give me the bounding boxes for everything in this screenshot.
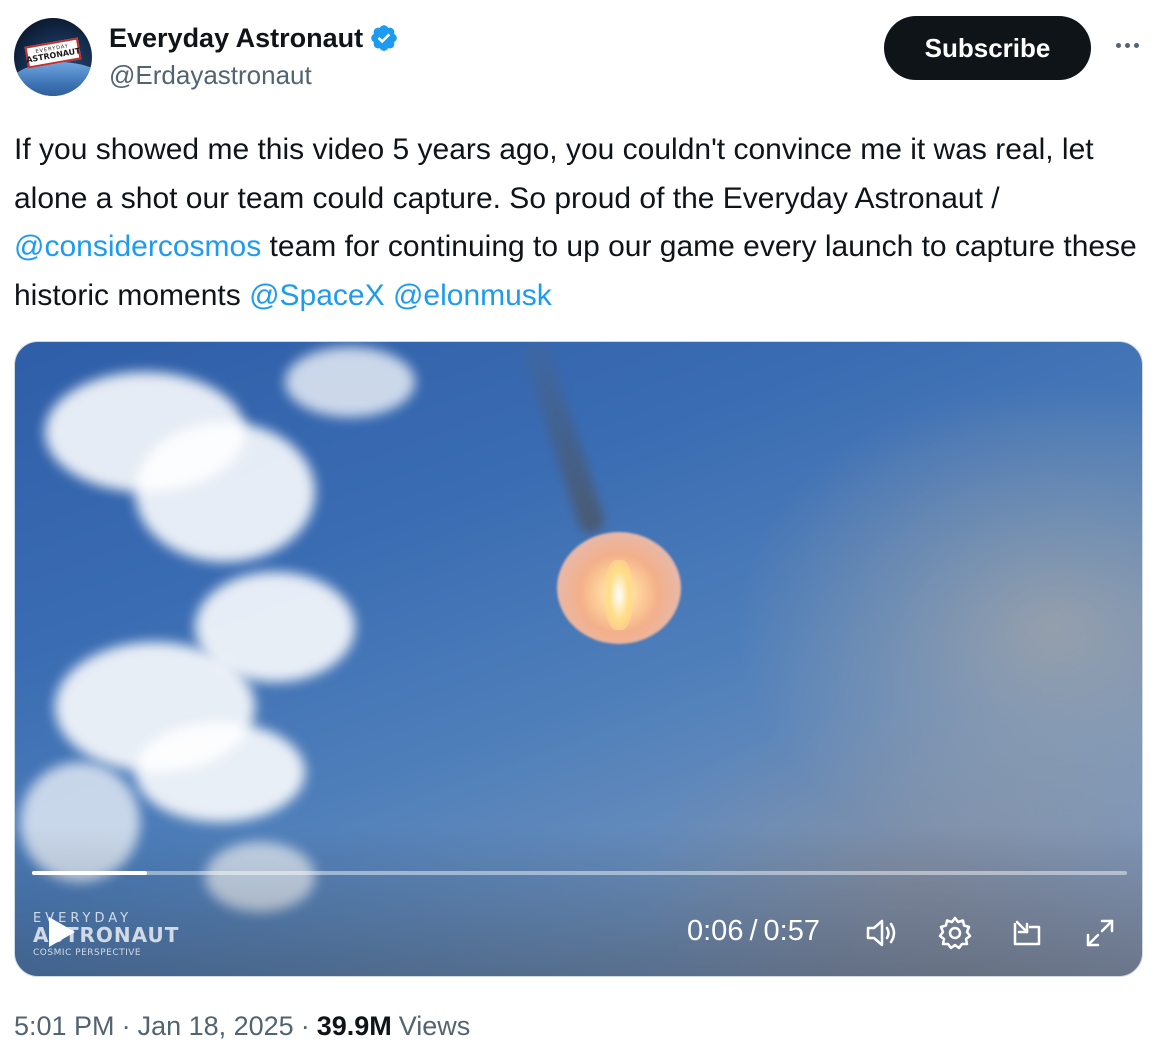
- current-time: 0:06: [687, 915, 744, 947]
- verified-badge-icon[interactable]: [369, 23, 399, 53]
- tweet-text: If you showed me this video 5 years ago,…: [14, 126, 1144, 320]
- views-count: 39.9M: [316, 1011, 392, 1041]
- duration: 0:57: [763, 915, 820, 947]
- tweet-meta: 5:01 PM · Jan 18, 2025 · 39.9M Views: [14, 1011, 470, 1042]
- video-time: 0:06 / 0:57: [687, 915, 820, 948]
- play-icon[interactable]: [47, 915, 77, 949]
- author-info: Everyday Astronaut @Erdayastronaut: [109, 20, 399, 91]
- mention-link-elonmusk[interactable]: @elonmusk: [393, 279, 552, 312]
- controls-shade: [15, 826, 1142, 976]
- meta-separator: ·: [300, 1011, 310, 1041]
- avatar[interactable]: EVERYDAY ASTRONAUT: [14, 18, 92, 96]
- cloud: [135, 722, 305, 822]
- explosion-core: [605, 560, 633, 630]
- post-time[interactable]: 5:01 PM: [14, 1011, 115, 1042]
- tweet-text-part: If you showed me this video 5 years ago,…: [14, 133, 1094, 215]
- author-name-row: Everyday Astronaut: [109, 20, 399, 56]
- more-dot: [1124, 42, 1130, 48]
- time-separator: /: [749, 915, 758, 947]
- cloud: [285, 347, 415, 417]
- settings-gear-icon[interactable]: [935, 913, 975, 953]
- views-label: Views: [398, 1011, 471, 1041]
- author-display-name[interactable]: Everyday Astronaut: [109, 23, 363, 54]
- author-handle[interactable]: @Erdayastronaut: [109, 60, 399, 91]
- video-player[interactable]: EVERYDAY ASTRONAUT COSMIC PERSPECTIVE 0:…: [14, 341, 1143, 977]
- mention-link-spacex[interactable]: @SpaceX: [249, 279, 385, 312]
- watermark-sub: COSMIC PERSPECTIVE: [33, 948, 142, 958]
- tweet-header: EVERYDAY ASTRONAUT Everyday Astronaut @E…: [14, 16, 1146, 98]
- mention-link-considercosmos[interactable]: @considercosmos: [14, 230, 261, 263]
- cloud: [135, 422, 315, 562]
- volume-icon[interactable]: [862, 913, 902, 953]
- pip-icon[interactable]: [1007, 913, 1047, 953]
- more-dot: [1133, 42, 1139, 48]
- avatar-earth: [14, 62, 92, 96]
- smoke-trail: [520, 342, 608, 537]
- video-progress-bar[interactable]: [32, 871, 1127, 875]
- more-dot: [1115, 42, 1121, 48]
- more-horizontal-icon[interactable]: [1108, 30, 1146, 60]
- post-date[interactable]: Jan 18, 2025: [138, 1011, 294, 1042]
- meta-separator: ·: [121, 1011, 131, 1041]
- tweet-text-part: [385, 279, 393, 312]
- subscribe-button[interactable]: Subscribe: [884, 16, 1091, 80]
- fullscreen-expand-icon[interactable]: [1080, 913, 1120, 953]
- video-progress-fill: [32, 871, 147, 875]
